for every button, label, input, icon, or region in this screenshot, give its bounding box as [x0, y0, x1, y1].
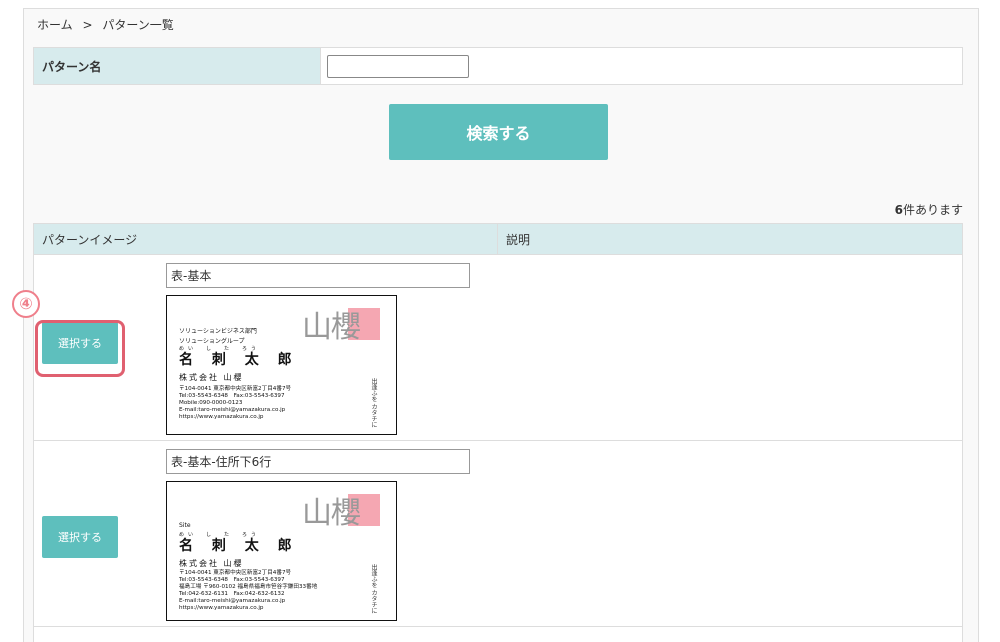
- card-address: 〒104-0041 東京都中央区新富2丁目4番7号 Tel:03-5543-63…: [179, 570, 317, 612]
- pattern-table: パターンイメージ 説明 選択する 表-基本 山櫻 ソリューションビジネス部門 ソ…: [33, 223, 963, 642]
- pattern-name: 表-基本: [166, 263, 470, 288]
- business-card-preview: 山櫻 ソリューションビジネス部門 ソリューショングループ めい し た ろう 名…: [166, 295, 397, 435]
- result-count: 6件あります: [895, 201, 963, 218]
- breadcrumb-home[interactable]: ホーム: [37, 18, 73, 32]
- result-count-suffix: 件あります: [902, 203, 963, 217]
- card-address-line: 福島工場 〒960-0102 福島県福島市笹谷字鎌田33番地: [179, 584, 318, 590]
- card-group: ソリューショングループ: [179, 338, 245, 345]
- search-form: パターン名: [33, 47, 963, 85]
- card-address-line: https://www.yamazakura.co.jp: [179, 414, 264, 420]
- card-address-line: E-mail:taro-meishi@yamazakura.co.jp: [179, 407, 286, 413]
- breadcrumb: ホーム > パターン一覧: [37, 16, 180, 33]
- card-company: 株式会社 山櫻: [179, 559, 244, 568]
- table-header: パターンイメージ 説明: [34, 224, 962, 255]
- card-address-line: 〒104-0041 東京都中央区新富2丁目4番7号: [179, 386, 292, 392]
- pattern-name-input[interactable]: [327, 54, 469, 78]
- breadcrumb-current: パターン一覧: [102, 18, 174, 32]
- company-logo: 山櫻: [302, 496, 361, 531]
- column-description: 説明: [506, 232, 531, 247]
- card-address: 〒104-0041 東京都中央区新富2丁目4番7号 Tel:03-5543-63…: [179, 386, 291, 421]
- result-count-number: 6: [894, 203, 903, 217]
- pattern-name-input-cell: [321, 48, 962, 84]
- breadcrumb-separator: >: [82, 18, 93, 32]
- card-address-line: Tel:03-5543-6348 Fax:03-5543-6397: [179, 577, 285, 583]
- card-address-line: Tel:042-632-6131 Fax:042-632-6132: [179, 591, 285, 597]
- select-button-highlight: [35, 320, 125, 377]
- card-address-line: https://www.yamazakura.co.jp: [179, 605, 264, 611]
- card-name: 名 刺 太 郎: [179, 538, 299, 554]
- card-address-line: E-mail:taro-meishi@yamazakura.co.jp: [179, 598, 286, 604]
- column-pattern-image: パターンイメージ: [34, 224, 498, 254]
- card-slogan: 出逢ふを カタチに: [370, 378, 377, 428]
- table-row: 選択する 表-基本 山櫻 ソリューションビジネス部門 ソリューショングループ め…: [34, 255, 962, 441]
- card-slogan: 出逢ふを カタチに: [370, 564, 377, 614]
- card-company: 株式会社 山櫻: [179, 373, 244, 382]
- card-address-line: 〒104-0041 東京都中央区新富2丁目4番7号: [179, 570, 292, 576]
- card-department: ソリューションビジネス部門: [179, 328, 257, 335]
- pattern-name: 表-基本-住所下6行: [166, 449, 470, 474]
- business-card-preview: 山櫻 Site めい し た ろう 名 刺 太 郎 株式会社 山櫻 〒104-0…: [166, 481, 397, 621]
- pattern-name-label: パターン名: [34, 48, 321, 84]
- table-row: 選択する 表-基本-住所下6行 山櫻 Site めい し た ろう 名 刺 太 …: [34, 441, 962, 627]
- card-name: 名 刺 太 郎: [179, 352, 299, 368]
- select-button[interactable]: 選択する: [42, 516, 118, 558]
- step-number-badge: ④: [12, 290, 40, 318]
- card-address-line: Tel:03-5543-6348 Fax:03-5543-6397: [179, 393, 285, 399]
- card-site: Site: [179, 522, 191, 529]
- company-logo: 山櫻: [302, 310, 361, 345]
- card-address-line: Mobile:090-0000-0123: [179, 400, 243, 406]
- search-button[interactable]: 検索する: [389, 104, 608, 160]
